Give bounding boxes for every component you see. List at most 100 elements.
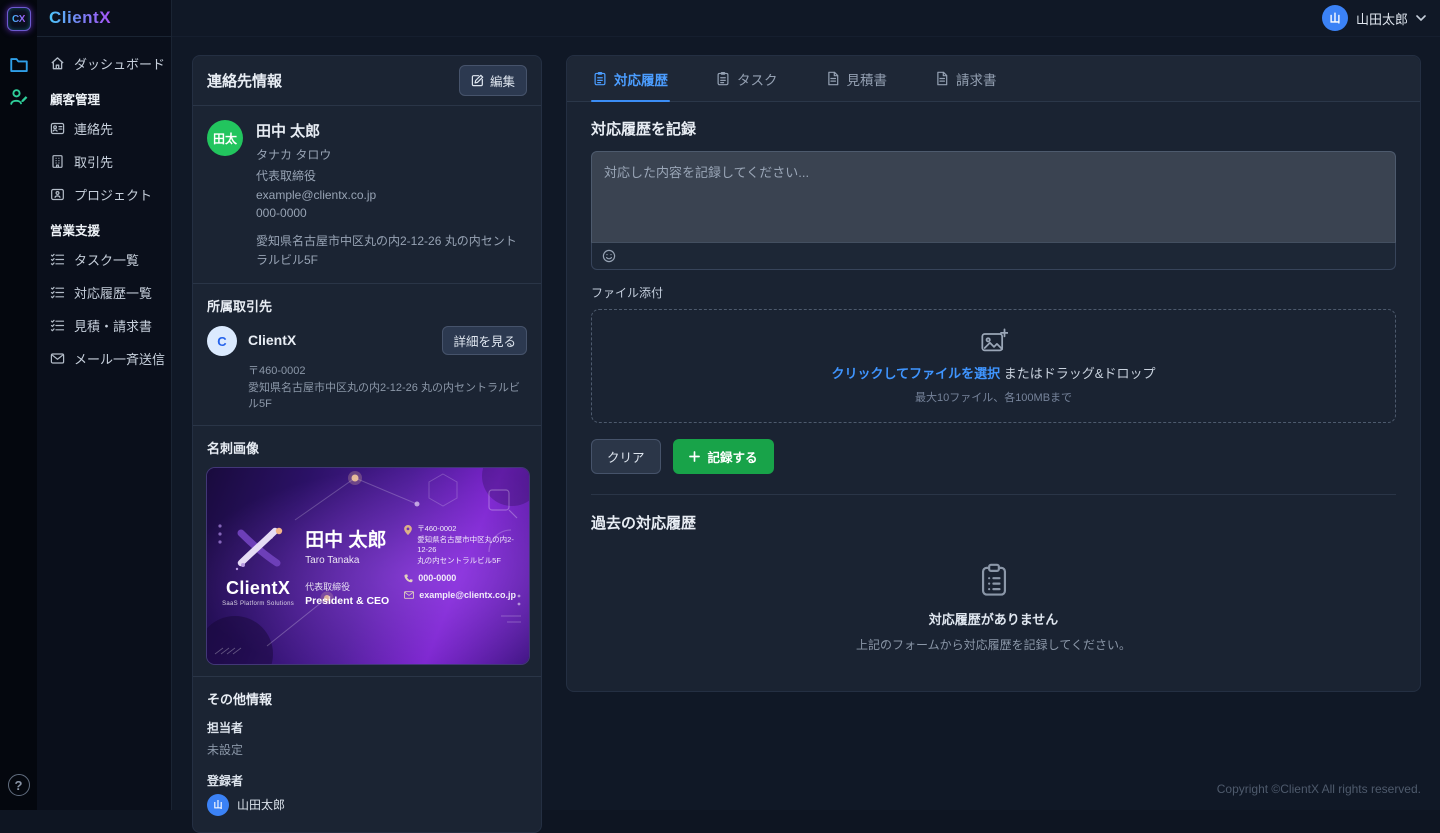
emoji-button[interactable] bbox=[602, 248, 618, 264]
edit-icon bbox=[471, 74, 484, 87]
tab-label: 見積書 bbox=[847, 69, 888, 89]
contact-address: 愛知県名古屋市中区丸の内2-12-26 丸の内セントラルビル5F bbox=[256, 232, 527, 269]
business-card-image[interactable]: ClientX SaaS Platform Solutions 田中 太郎 Ta… bbox=[207, 468, 529, 664]
user-menu[interactable]: 山 山田太郎 bbox=[1322, 5, 1426, 31]
empty-hint: 上記のフォームから対応履歴を記録してください。 bbox=[856, 636, 1131, 653]
mail-icon bbox=[50, 351, 65, 366]
folder-icon[interactable] bbox=[7, 53, 31, 77]
history-form: 対応履歴を記録 ファイル添付 クリックしてファイルを選択 bbox=[567, 102, 1420, 691]
sidebar-item-histories[interactable]: 対応履歴一覧 bbox=[45, 276, 163, 309]
sidebar-item-tasks[interactable]: タスク一覧 bbox=[45, 243, 163, 276]
sidebar-item-accounts[interactable]: 取引先 bbox=[45, 145, 163, 178]
main-area: 山 山田太郎 連絡先情報 編集 田太 田中 太郎 bbox=[172, 0, 1440, 810]
tab-task[interactable]: タスク bbox=[714, 56, 780, 101]
card-section-title: 名刺画像 bbox=[207, 438, 527, 457]
contact-phone: 000-0000 bbox=[256, 206, 527, 220]
registrant-row: 山 山田太郎 bbox=[207, 794, 527, 816]
user-avatar: 山 bbox=[1322, 5, 1348, 31]
card-email: example@clientx.co.jp bbox=[419, 590, 516, 600]
sidebar-item-projects[interactable]: プロジェクト bbox=[45, 178, 163, 211]
clipboard-list-icon bbox=[979, 563, 1009, 597]
divider bbox=[591, 494, 1396, 495]
sidebar: ClientX ダッシュボード 顧客管理 連絡先 取引先 プロジェクト 営業支援 bbox=[37, 0, 172, 810]
icon-rail: CX ? bbox=[0, 0, 37, 810]
card-phone-row: 000-0000 bbox=[404, 573, 516, 583]
file-dropzone[interactable]: クリックしてファイルを選択 またはドラッグ&ドロップ 最大10ファイル、各100… bbox=[591, 309, 1396, 423]
other-info-section: その他情報 担当者 未設定 登録者 山 山田太郎 bbox=[193, 677, 541, 832]
card-tagline: SaaS Platform Solutions bbox=[220, 601, 296, 607]
phone-icon bbox=[404, 574, 413, 583]
tab-label: 対応履歴 bbox=[614, 69, 668, 89]
tab-label: 請求書 bbox=[956, 69, 997, 89]
card-contact-block: 〒460-0002 愛知県名古屋市中区丸の内2-12-26 丸の内セントラルビル… bbox=[404, 524, 516, 607]
sidebar-item-dashboard[interactable]: ダッシュボード bbox=[45, 47, 163, 80]
app-root: CX ? ClientX ダッシュボード 顧客管理 連絡先 取引先 bbox=[0, 0, 1440, 810]
card-logo-block: ClientX SaaS Platform Solutions bbox=[220, 525, 296, 607]
card-address-row: 〒460-0002 愛知県名古屋市中区丸の内2-12-26 丸の内セントラルビル… bbox=[404, 524, 516, 566]
envelope-icon bbox=[404, 591, 414, 599]
submit-button[interactable]: 記録する bbox=[673, 439, 774, 474]
card-address2: 丸の内セントラルビル5F bbox=[417, 556, 516, 567]
company-section-title: 所属取引先 bbox=[207, 296, 527, 315]
sidebar-item-label: 対応履歴一覧 bbox=[74, 283, 152, 302]
card-phone: 000-0000 bbox=[418, 573, 456, 583]
smiley-icon bbox=[602, 249, 616, 263]
registrant-avatar: 山 bbox=[207, 794, 229, 816]
contact-summary: 田太 田中 太郎 タナカ タロウ 代表取締役 example@clientx.c… bbox=[193, 106, 541, 284]
sidebar-item-label: メール一斉送信 bbox=[74, 349, 165, 368]
company-postal: 〒460-0002 bbox=[248, 363, 527, 380]
person-edit-icon[interactable] bbox=[7, 85, 31, 109]
card-name-block: 田中 太郎 Taro Tanaka 代表取締役 President & CEO bbox=[305, 525, 395, 607]
composer-toolbar bbox=[591, 243, 1396, 270]
card-title-ja: 代表取締役 bbox=[305, 580, 395, 593]
sidebar-item-contacts[interactable]: 連絡先 bbox=[45, 112, 163, 145]
history-textarea[interactable] bbox=[591, 151, 1396, 243]
topbar: 山 山田太郎 bbox=[172, 0, 1440, 37]
clear-button[interactable]: クリア bbox=[591, 439, 661, 474]
card-content: ClientX SaaS Platform Solutions 田中 太郎 Ta… bbox=[207, 468, 529, 664]
clipboard-icon bbox=[716, 71, 730, 86]
sidebar-item-label: ダッシュボード bbox=[74, 54, 165, 73]
history-empty-state: 対応履歴がありません 上記のフォームから対応履歴を記録してください。 bbox=[591, 533, 1396, 691]
submit-button-label: 記録する bbox=[708, 447, 758, 466]
contact-kana: タナカ タロウ bbox=[256, 146, 527, 163]
registrant-label: 登録者 bbox=[207, 772, 527, 789]
checklist-icon bbox=[50, 318, 65, 333]
building-icon bbox=[50, 154, 65, 169]
empty-title: 対応履歴がありません bbox=[929, 609, 1059, 628]
sidebar-item-label: タスク一覧 bbox=[74, 250, 139, 269]
sidebar-item-label: 見積・請求書 bbox=[74, 316, 152, 335]
company-address: 愛知県名古屋市中区丸の内2-12-26 丸の内セントラルビル5F bbox=[248, 380, 527, 413]
app-logo: ClientX bbox=[37, 0, 171, 37]
tab-invoice[interactable]: 請求書 bbox=[933, 56, 999, 101]
dropzone-text: クリックしてファイルを選択 またはドラッグ&ドロップ bbox=[832, 363, 1156, 382]
chevron-down-icon bbox=[1416, 15, 1426, 22]
contact-name: 田中 太郎 bbox=[256, 120, 527, 141]
project-icon bbox=[50, 187, 65, 202]
card-title-en: President & CEO bbox=[305, 595, 395, 607]
tab-history[interactable]: 対応履歴 bbox=[591, 56, 670, 101]
help-icon[interactable]: ? bbox=[8, 774, 30, 796]
file-select-link[interactable]: クリックしてファイルを選択 bbox=[832, 366, 1001, 381]
document-icon bbox=[935, 71, 949, 86]
plus-icon bbox=[689, 451, 700, 462]
composer bbox=[591, 151, 1396, 270]
edit-button[interactable]: 編集 bbox=[459, 65, 527, 96]
sidebar-menu: ダッシュボード 顧客管理 連絡先 取引先 プロジェクト 営業支援 タスク一覧 bbox=[37, 37, 171, 385]
tab-quote[interactable]: 見積書 bbox=[824, 56, 890, 101]
dropzone-text-rest: またはドラッグ&ドロップ bbox=[1004, 366, 1156, 381]
card-logo-text: ClientX bbox=[220, 578, 296, 599]
card-email-row: example@clientx.co.jp bbox=[404, 590, 516, 600]
company-detail-button[interactable]: 詳細を見る bbox=[442, 326, 527, 355]
sidebar-section-sales: 営業支援 bbox=[45, 211, 163, 243]
sidebar-section-customer: 顧客管理 bbox=[45, 80, 163, 112]
sidebar-item-bulk-mail[interactable]: メール一斉送信 bbox=[45, 342, 163, 375]
contact-job-title: 代表取締役 bbox=[256, 167, 527, 184]
card-address-text: 〒460-0002 愛知県名古屋市中区丸の内2-12-26 丸の内セントラルビル… bbox=[417, 524, 516, 566]
sidebar-item-quotes[interactable]: 見積・請求書 bbox=[45, 309, 163, 342]
card-name: 田中 太郎 bbox=[305, 525, 395, 552]
cx-logo-text: CX bbox=[12, 14, 25, 25]
sidebar-item-label: 連絡先 bbox=[74, 119, 113, 138]
contact-card-icon bbox=[50, 121, 65, 136]
checklist-icon bbox=[50, 252, 65, 267]
